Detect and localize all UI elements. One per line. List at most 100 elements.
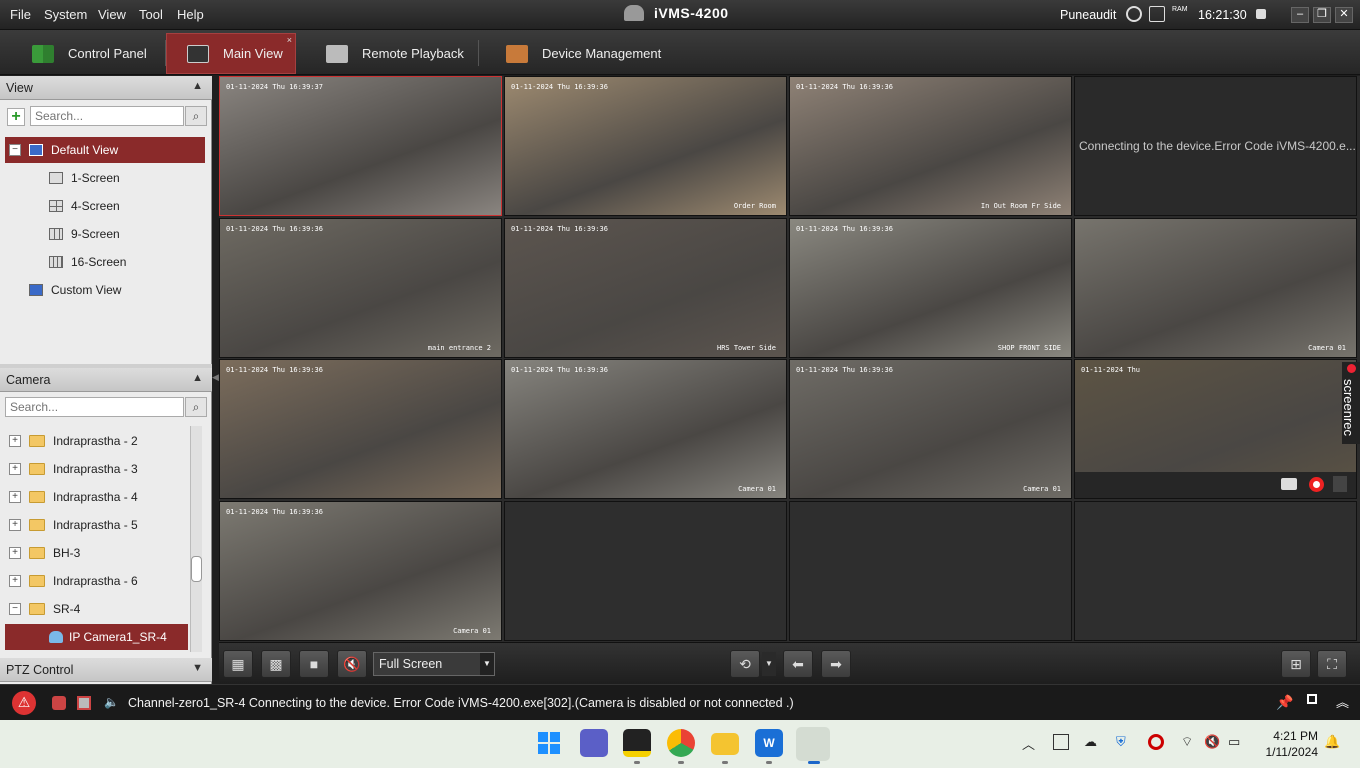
cpu-icon[interactable]	[1149, 6, 1165, 22]
windows-start-icon[interactable]	[535, 729, 563, 757]
save-view-icon[interactable]: ▦	[223, 650, 253, 678]
menu-tool[interactable]: Tool	[139, 7, 163, 22]
tab-control-panel[interactable]: Control Panel	[4, 33, 164, 74]
search-icon[interactable]: ⌕	[185, 397, 207, 417]
video-cell[interactable]	[504, 500, 787, 641]
menu-file[interactable]: File	[10, 7, 31, 22]
close-button[interactable]: ✕	[1335, 7, 1353, 23]
video-cell[interactable]: 01-11-2024 Thu 16:39:36 main entrance 2	[219, 217, 502, 358]
wifi-icon[interactable]: ⌔	[1181, 734, 1193, 750]
maximize-panel-icon[interactable]	[1307, 694, 1317, 704]
chevron-down-icon[interactable]: ▼	[480, 653, 494, 675]
camera-panel-header[interactable]: Camera ▲	[0, 368, 212, 392]
tab-close-icon[interactable]: ×	[287, 35, 292, 45]
video-cell[interactable]: 01-11-2024 Thu 16:39:36 In Out Room Fr Si…	[789, 76, 1072, 216]
minimize-button[interactable]: –	[1291, 7, 1309, 23]
device-exception-icon[interactable]	[77, 696, 91, 710]
lock-icon[interactable]	[1256, 9, 1266, 19]
record-icon[interactable]	[1148, 734, 1164, 750]
next-page-icon[interactable]: ➡	[821, 650, 851, 678]
file-explorer-icon[interactable]	[711, 733, 739, 755]
camera-item-selected[interactable]: IP Camera1_SR-4	[5, 624, 188, 650]
speaker-icon[interactable]: 🔈	[104, 695, 119, 709]
collapse-icon[interactable]: ▲	[192, 372, 203, 384]
video-cell[interactable]: 01-11-2024 Thu 16:39:36	[219, 359, 502, 499]
taskbar-clock[interactable]: 4:21 PM 1/11/2024	[1258, 728, 1319, 760]
screenrec-tab[interactable]: screenrec	[1341, 362, 1360, 444]
camera-group-row[interactable]: − SR-4	[5, 596, 205, 622]
menu-view[interactable]: View	[98, 7, 126, 22]
expand-icon[interactable]: +	[9, 491, 21, 503]
menu-system[interactable]: System	[44, 7, 87, 22]
video-cell[interactable]	[789, 500, 1072, 641]
camera-group-row[interactable]: + Indraprastha - 3	[5, 456, 205, 482]
expand-icon[interactable]: ▼	[192, 662, 203, 674]
alarm-warning-icon[interactable]: ⚠	[12, 691, 36, 715]
pin-icon[interactable]: 📌	[1276, 694, 1293, 711]
tab-main-view[interactable]: Main View ×	[166, 33, 296, 74]
panel-collapse-arrow-icon[interactable]: ◀	[212, 372, 219, 383]
video-cell[interactable]: 01-11-2024 Thu 16:39:36 SHOP FRONT SIDE	[789, 217, 1072, 358]
auto-switch-icon[interactable]: ⟲	[730, 650, 760, 678]
security-icon[interactable]: ⛨	[1116, 734, 1126, 750]
save-as-view-icon[interactable]: ▩	[261, 650, 291, 678]
tree-1-screen[interactable]: 1-Screen	[5, 165, 205, 191]
tree-default-view[interactable]: − Default View	[5, 137, 205, 163]
more-icon[interactable]	[1333, 476, 1347, 492]
collapse-icon[interactable]: −	[9, 144, 21, 156]
chevron-down-icon[interactable]: ▼	[762, 652, 776, 676]
camera-group-row[interactable]: + Indraprastha - 5	[5, 512, 205, 538]
expand-icon[interactable]: +	[9, 435, 21, 447]
expand-icon[interactable]: +	[9, 463, 21, 475]
camera-group-row[interactable]: + Indraprastha - 4	[5, 484, 205, 510]
tree-9-screen[interactable]: 9-Screen	[5, 221, 205, 247]
camera-exception-icon[interactable]	[52, 696, 66, 710]
video-cell[interactable]: 01-11-2024 Thu 16:39:36 Camera 01	[789, 359, 1072, 499]
capture-icon[interactable]	[1281, 478, 1297, 490]
video-cell[interactable]: 01-11-2024 Thu 16:39:36 HRS Tower Side	[504, 217, 787, 358]
fullscreen-icon[interactable]: ⛶	[1317, 650, 1347, 678]
add-view-button[interactable]: +	[7, 108, 25, 126]
video-cell[interactable]: 01-11-2024 Thu 16:39:36 Order Room	[504, 76, 787, 216]
expand-icon[interactable]: +	[9, 519, 21, 531]
previous-page-icon[interactable]: ⬅	[783, 650, 813, 678]
video-cell[interactable]: 01-11-2024 Thu 16:39:36 Camera 01	[504, 359, 787, 499]
video-cell[interactable]: 01-11-2024 Thu 16:39:37	[219, 76, 502, 216]
tray-app-icon[interactable]	[1053, 734, 1069, 750]
chevron-up-icon[interactable]: ︽	[1336, 692, 1349, 711]
collapse-icon[interactable]: ▲	[192, 80, 203, 92]
tree-4-screen[interactable]: 4-Screen	[5, 193, 205, 219]
battery-icon[interactable]: ▭	[1228, 734, 1240, 750]
collapse-icon[interactable]: −	[9, 603, 21, 615]
camera-group-row[interactable]: + BH-3	[5, 540, 205, 566]
expand-icon[interactable]: +	[9, 547, 21, 559]
video-cell[interactable]: Camera 01	[1074, 217, 1357, 358]
expand-icon[interactable]: +	[9, 575, 21, 587]
notification-bell-icon[interactable]: 🔔	[1324, 734, 1340, 750]
stop-all-icon[interactable]: ■	[299, 650, 329, 678]
chevron-up-icon[interactable]: ︿	[1022, 734, 1035, 753]
restore-button[interactable]: ❐	[1313, 7, 1331, 23]
teams-icon[interactable]	[580, 729, 608, 757]
volume-muted-icon[interactable]: 🔇	[1204, 734, 1220, 750]
video-cell[interactable]	[1074, 500, 1357, 641]
word-icon[interactable]: W	[755, 729, 783, 757]
window-division-icon[interactable]: ⊞	[1281, 650, 1311, 678]
mute-icon[interactable]: 🔇	[337, 650, 367, 678]
view-search-input[interactable]	[30, 106, 184, 126]
sticky-notes-icon[interactable]	[623, 729, 651, 757]
view-panel-header[interactable]: View ▲	[0, 76, 212, 100]
camera-group-row[interactable]: + Indraprastha - 2	[5, 428, 205, 454]
tab-device-management[interactable]: Device Management	[478, 33, 678, 74]
video-cell[interactable]: 01-11-2024 Thu	[1074, 359, 1357, 499]
display-mode-select[interactable]: Full Screen ▼	[373, 652, 495, 676]
camera-search-input[interactable]	[5, 397, 184, 417]
camera-group-row[interactable]: + Indraprastha - 6	[5, 568, 205, 594]
tab-remote-playback[interactable]: Remote Playback	[298, 33, 478, 74]
video-cell[interactable]: Connecting to the device.Error Code iVMS…	[1074, 76, 1357, 216]
record-icon[interactable]	[1309, 477, 1324, 492]
menu-help[interactable]: Help	[177, 7, 204, 22]
video-cell[interactable]: 01-11-2024 Thu 16:39:36 Camera 01	[219, 500, 502, 641]
tree-custom-view[interactable]: Custom View	[5, 277, 205, 303]
tree-16-screen[interactable]: 16-Screen	[5, 249, 205, 275]
